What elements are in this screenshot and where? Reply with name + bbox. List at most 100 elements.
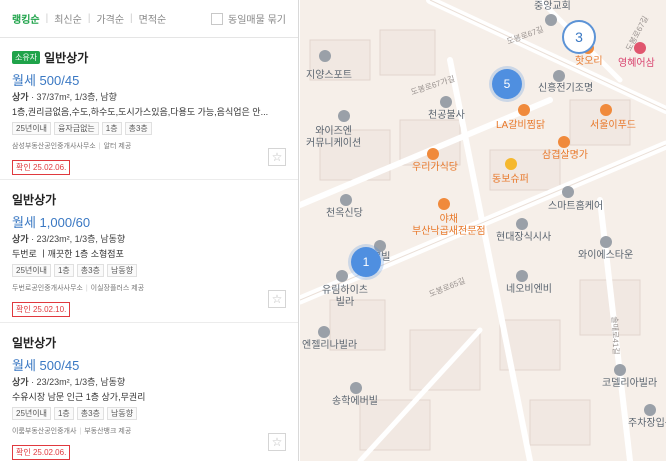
- divider: |: [45, 13, 49, 24]
- listing-tags: 25년이내 1층 총3층 남동향: [12, 264, 286, 277]
- listing-tag: 남동향: [106, 407, 138, 420]
- listing-tag: 25년이내: [12, 264, 51, 277]
- listing-tag: 융자금없는: [53, 122, 99, 135]
- listing-tag: 1층: [53, 407, 74, 420]
- map-poi-label: 코델리아빌라: [602, 378, 658, 389]
- listing-tag: 25년이내: [12, 122, 51, 135]
- sort-latest[interactable]: 최신순: [54, 11, 82, 26]
- listing-tag: 1층: [101, 122, 122, 135]
- listing-agency: 삼성부동산공인중개사사무소 | 알터 제공: [12, 141, 286, 152]
- listing-title: 일반상가: [12, 335, 57, 350]
- listing-description: 두번로 ㅣ깨끗한 1층 소형점포: [12, 249, 124, 259]
- map-poi-label: 중앙교회: [534, 1, 571, 12]
- map-poi-label: 야채 부산낙곱새전문점: [412, 214, 486, 238]
- listing-title-row: 일반상가: [12, 190, 286, 208]
- place-marker-icon: [338, 110, 350, 122]
- place-marker-icon: [336, 270, 348, 282]
- listing-tag: 총3층: [76, 407, 104, 420]
- map-poi-label: 지양스포트: [306, 70, 352, 81]
- restaurant-marker-icon: [634, 42, 646, 54]
- place-marker-icon: [600, 236, 612, 248]
- listing-specs: 상가 · 37/37m², 1/3층, 남향: [12, 90, 286, 103]
- listing-item[interactable]: 일반상가 월세 500/45 상가 · 23/23m², 1/3층, 남동향 수…: [0, 323, 298, 461]
- map-poi-label: 유림하이츠 빌라: [322, 285, 368, 309]
- listing-title: 일반상가: [12, 192, 57, 207]
- map-poi-label: 서울이푸드: [590, 120, 636, 131]
- favorite-star-button[interactable]: ☆: [268, 433, 286, 451]
- listing-title: 일반상가: [44, 50, 89, 65]
- listing-specs-detail: · 37/37m², 1/3층, 남향: [28, 92, 117, 102]
- confirmed-date-badge: 확인 25.02.06.: [12, 160, 71, 175]
- map-poi-label: 천공불사: [428, 110, 465, 121]
- agency-provider: 부동산뱅크 제공: [84, 428, 132, 435]
- group-same-listings-toggle[interactable]: 동일매물 묶기: [211, 11, 286, 26]
- confirmed-date-badge: 확인 25.02.06.: [12, 445, 71, 460]
- listing-agency: 두번로공인중개사사무소 | 이실장플러스 제공: [12, 283, 286, 294]
- road-label: 솔매로41길: [610, 316, 621, 355]
- listing-tags: 25년이내 1층 총3층 남동향: [12, 407, 286, 420]
- map-poi-label: 핫오리: [575, 56, 603, 67]
- map-poi-label: 주차장입구: [628, 418, 666, 429]
- map-poi-label: 네오비엔비: [506, 284, 552, 295]
- place-marker-icon: [516, 218, 528, 230]
- favorite-star-button[interactable]: ☆: [268, 148, 286, 166]
- restaurant-marker-icon: [518, 104, 530, 116]
- map-poi-label: 천옥신당: [326, 208, 363, 219]
- listing-price: 월세 1,000/60: [12, 215, 91, 230]
- listing-item[interactable]: 소유자 일반상가 월세 500/45 상가 · 37/37m², 1/3층, 남…: [0, 38, 298, 180]
- listing-tag: 총3층: [124, 122, 152, 135]
- map-cluster-marker[interactable]: 3: [562, 20, 596, 54]
- place-marker-icon: [319, 50, 331, 62]
- listing-specs-detail: · 23/23m², 1/3층, 남동향: [28, 234, 126, 244]
- map-poi-label-line: 커뮤니케이션: [306, 138, 362, 149]
- place-marker-icon: [440, 96, 452, 108]
- agency-name: 이룸부동산공인중개사: [12, 428, 77, 435]
- map-poi-label: 엔젤리나빌라: [302, 340, 358, 351]
- map-view[interactable]: 도봉로67길 도봉로67가길 도봉로65길 솔매로41길 도봉로67길 중앙교회…: [300, 0, 666, 461]
- place-marker-icon: [350, 382, 362, 394]
- confirmed-date-badge: 확인 25.02.10.: [12, 302, 71, 317]
- map-cluster-marker[interactable]: 1: [351, 247, 381, 277]
- map-poi-label: 송학에버빌: [332, 396, 378, 407]
- agency-provider: 알터 제공: [103, 143, 132, 150]
- listing-panel: 랭킹순 | 최신순 | 가격순 | 면적순 동일매물 묶기 소유자 일반상가 월…: [0, 0, 299, 461]
- place-marker-icon: [553, 70, 565, 82]
- listing-agency: 이룸부동산공인중개사 | 부동산뱅크 제공: [12, 426, 286, 437]
- sort-price[interactable]: 가격순: [96, 11, 124, 26]
- sort-area[interactable]: 면적순: [139, 11, 167, 26]
- agency-name: 두번로공인중개사사무소: [12, 285, 83, 292]
- listing-tags: 25년이내 융자금없는 1층 총3층: [12, 122, 286, 135]
- listing-price: 월세 500/45: [12, 358, 80, 373]
- sort-bar: 랭킹순 | 최신순 | 가격순 | 면적순 동일매물 묶기: [0, 0, 298, 38]
- listing-title-row: 소유자 일반상가: [12, 48, 286, 66]
- map-poi-label: 삼겹살명가: [542, 150, 588, 161]
- map-poi-label: 신흥전기조명: [538, 83, 594, 94]
- parking-marker-icon: [644, 404, 656, 416]
- sort-ranking[interactable]: 랭킹순: [12, 11, 40, 26]
- map-poi-label: 와이즈엔 커뮤니케이션: [306, 126, 361, 150]
- listing-specs-detail: · 23/23m², 1/3층, 남동향: [28, 377, 126, 387]
- map-poi-label: 동보슈퍼: [492, 174, 529, 185]
- listing-tag: 남동향: [106, 264, 138, 277]
- place-marker-icon: [614, 364, 626, 376]
- listing-item[interactable]: 일반상가 월세 1,000/60 상가 · 23/23m², 1/3층, 남동향…: [0, 180, 298, 323]
- place-marker-icon: [318, 326, 330, 338]
- divider: |: [79, 428, 82, 435]
- listing-tag: 1층: [53, 264, 74, 277]
- map-poi-label: LA갈비찜닭: [496, 120, 546, 131]
- map-poi-label: 현대장식시사: [496, 232, 552, 243]
- map-poi-label-line: 유림하이츠: [322, 285, 368, 296]
- listing-tag: 25년이내: [12, 407, 51, 420]
- place-marker-icon: [516, 270, 528, 282]
- listing-title-row: 일반상가: [12, 333, 286, 351]
- group-same-listings-checkbox[interactable]: [211, 12, 224, 25]
- map-cluster-marker[interactable]: 5: [492, 69, 522, 99]
- restaurant-marker-icon: [600, 104, 612, 116]
- group-same-listings-label: 동일매물 묶기: [228, 15, 286, 26]
- agency-name: 삼성부동산공인중개사사무소: [12, 143, 96, 150]
- divider: |: [98, 143, 101, 150]
- map-poi-label-line: 부산낙곱새전문점: [412, 226, 486, 237]
- map-poi-label-line: 야채: [439, 214, 458, 225]
- listing-specs: 상가 · 23/23m², 1/3층, 남동향: [12, 232, 286, 245]
- favorite-star-button[interactable]: ☆: [268, 290, 286, 308]
